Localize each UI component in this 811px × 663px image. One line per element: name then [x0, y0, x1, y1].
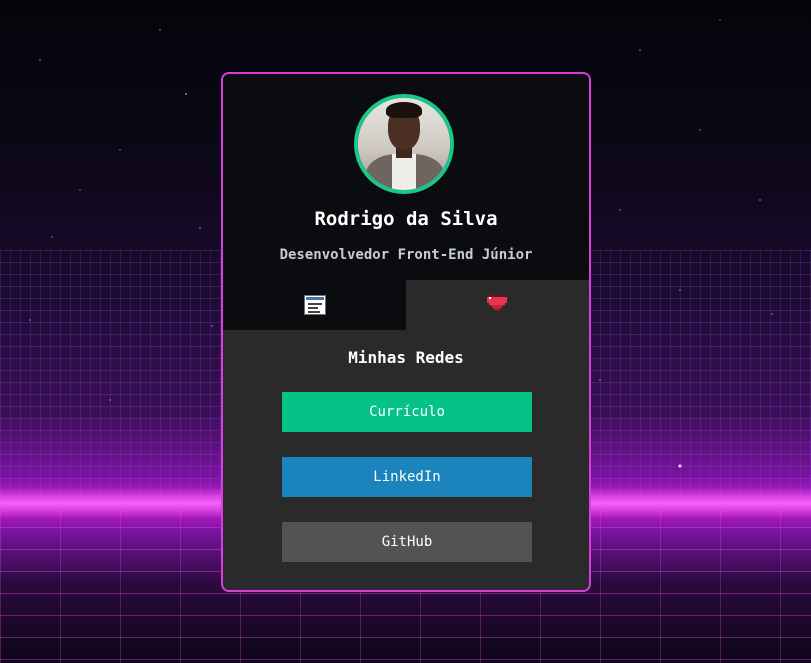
profile-role: Desenvolvedor Front-End Júnior: [279, 247, 533, 263]
avatar: [354, 94, 454, 194]
profile-header: Rodrigo da Silva Desenvolvedor Front-End…: [223, 74, 589, 280]
heart-icon: [486, 295, 507, 311]
profile-name: Rodrigo da Silva: [314, 208, 498, 230]
profile-card: Rodrigo da Silva Desenvolvedor Front-End…: [221, 72, 591, 592]
curriculo-button[interactable]: Currículo: [282, 392, 532, 432]
linkedin-button[interactable]: LinkedIn: [282, 457, 532, 497]
document-icon: [303, 295, 326, 315]
tab-document[interactable]: [223, 280, 406, 330]
tab-bar: [223, 280, 589, 330]
tab-heart[interactable]: [406, 280, 589, 330]
github-button[interactable]: GitHub: [282, 522, 532, 562]
section-title: Minhas Redes: [348, 348, 464, 367]
